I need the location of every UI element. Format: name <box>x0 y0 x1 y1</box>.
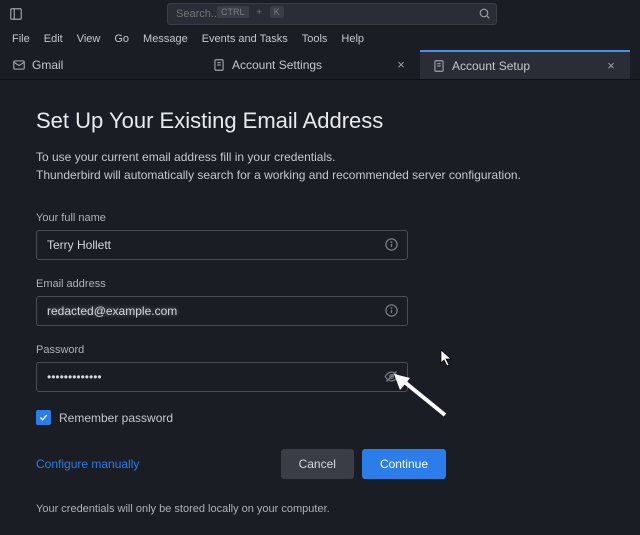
tab-account-settings[interactable]: Account Settings × <box>200 50 420 79</box>
mail-icon <box>12 58 26 72</box>
info-icon[interactable] <box>384 303 400 319</box>
menu-tools[interactable]: Tools <box>296 31 334 47</box>
actions-row: Configure manually Cancel Continue <box>36 449 446 479</box>
global-search: CTRL+K <box>167 3 497 25</box>
tab-gmail[interactable]: Gmail <box>0 50 200 79</box>
password-label: Password <box>36 344 604 356</box>
menu-message[interactable]: Message <box>137 31 194 47</box>
footer-note: Your credentials will only be stored loc… <box>36 503 604 515</box>
close-icon[interactable]: × <box>604 59 618 73</box>
page-description: To use your current email address fill i… <box>36 148 604 184</box>
document-icon <box>212 58 226 72</box>
menu-view[interactable]: View <box>71 31 107 47</box>
email-label: Email address <box>36 278 604 290</box>
sidebar-toggle-icon[interactable] <box>8 6 24 22</box>
tab-label: Gmail <box>32 58 63 72</box>
info-icon[interactable] <box>384 237 400 253</box>
menu-file[interactable]: File <box>6 31 36 47</box>
menu-help[interactable]: Help <box>335 31 370 47</box>
menu-events-tasks[interactable]: Events and Tasks <box>196 31 294 47</box>
tab-label: Account Settings <box>232 58 322 72</box>
remember-password-checkbox[interactable]: Remember password <box>36 410 604 425</box>
password-input[interactable] <box>36 362 408 392</box>
search-icon <box>478 7 491 23</box>
remember-label: Remember password <box>59 411 173 425</box>
menubar: File Edit View Go Message Events and Tas… <box>0 28 640 50</box>
configure-manually-link[interactable]: Configure manually <box>36 457 139 471</box>
name-label: Your full name <box>36 212 604 224</box>
document-icon <box>432 59 446 73</box>
tab-account-setup[interactable]: Account Setup × <box>420 50 630 79</box>
page-title: Set Up Your Existing Email Address <box>36 108 604 134</box>
eye-off-icon[interactable] <box>384 369 400 385</box>
field-email: Email address <box>36 278 604 326</box>
field-password: Password <box>36 344 604 392</box>
menu-go[interactable]: Go <box>108 31 135 47</box>
titlebar: CTRL+K <box>0 0 640 28</box>
tab-label: Account Setup <box>452 59 530 73</box>
menu-edit[interactable]: Edit <box>38 31 69 47</box>
tab-strip: Gmail Account Settings × Account Setup × <box>0 50 640 80</box>
field-name: Your full name <box>36 212 604 260</box>
email-input[interactable] <box>36 296 408 326</box>
name-input[interactable] <box>36 230 408 260</box>
continue-button[interactable]: Continue <box>362 449 446 479</box>
checkbox-checked-icon <box>36 410 51 425</box>
search-shortcut: CTRL+K <box>217 6 284 18</box>
close-icon[interactable]: × <box>394 58 408 72</box>
cancel-button[interactable]: Cancel <box>281 449 354 479</box>
main-content: Set Up Your Existing Email Address To us… <box>0 80 640 535</box>
